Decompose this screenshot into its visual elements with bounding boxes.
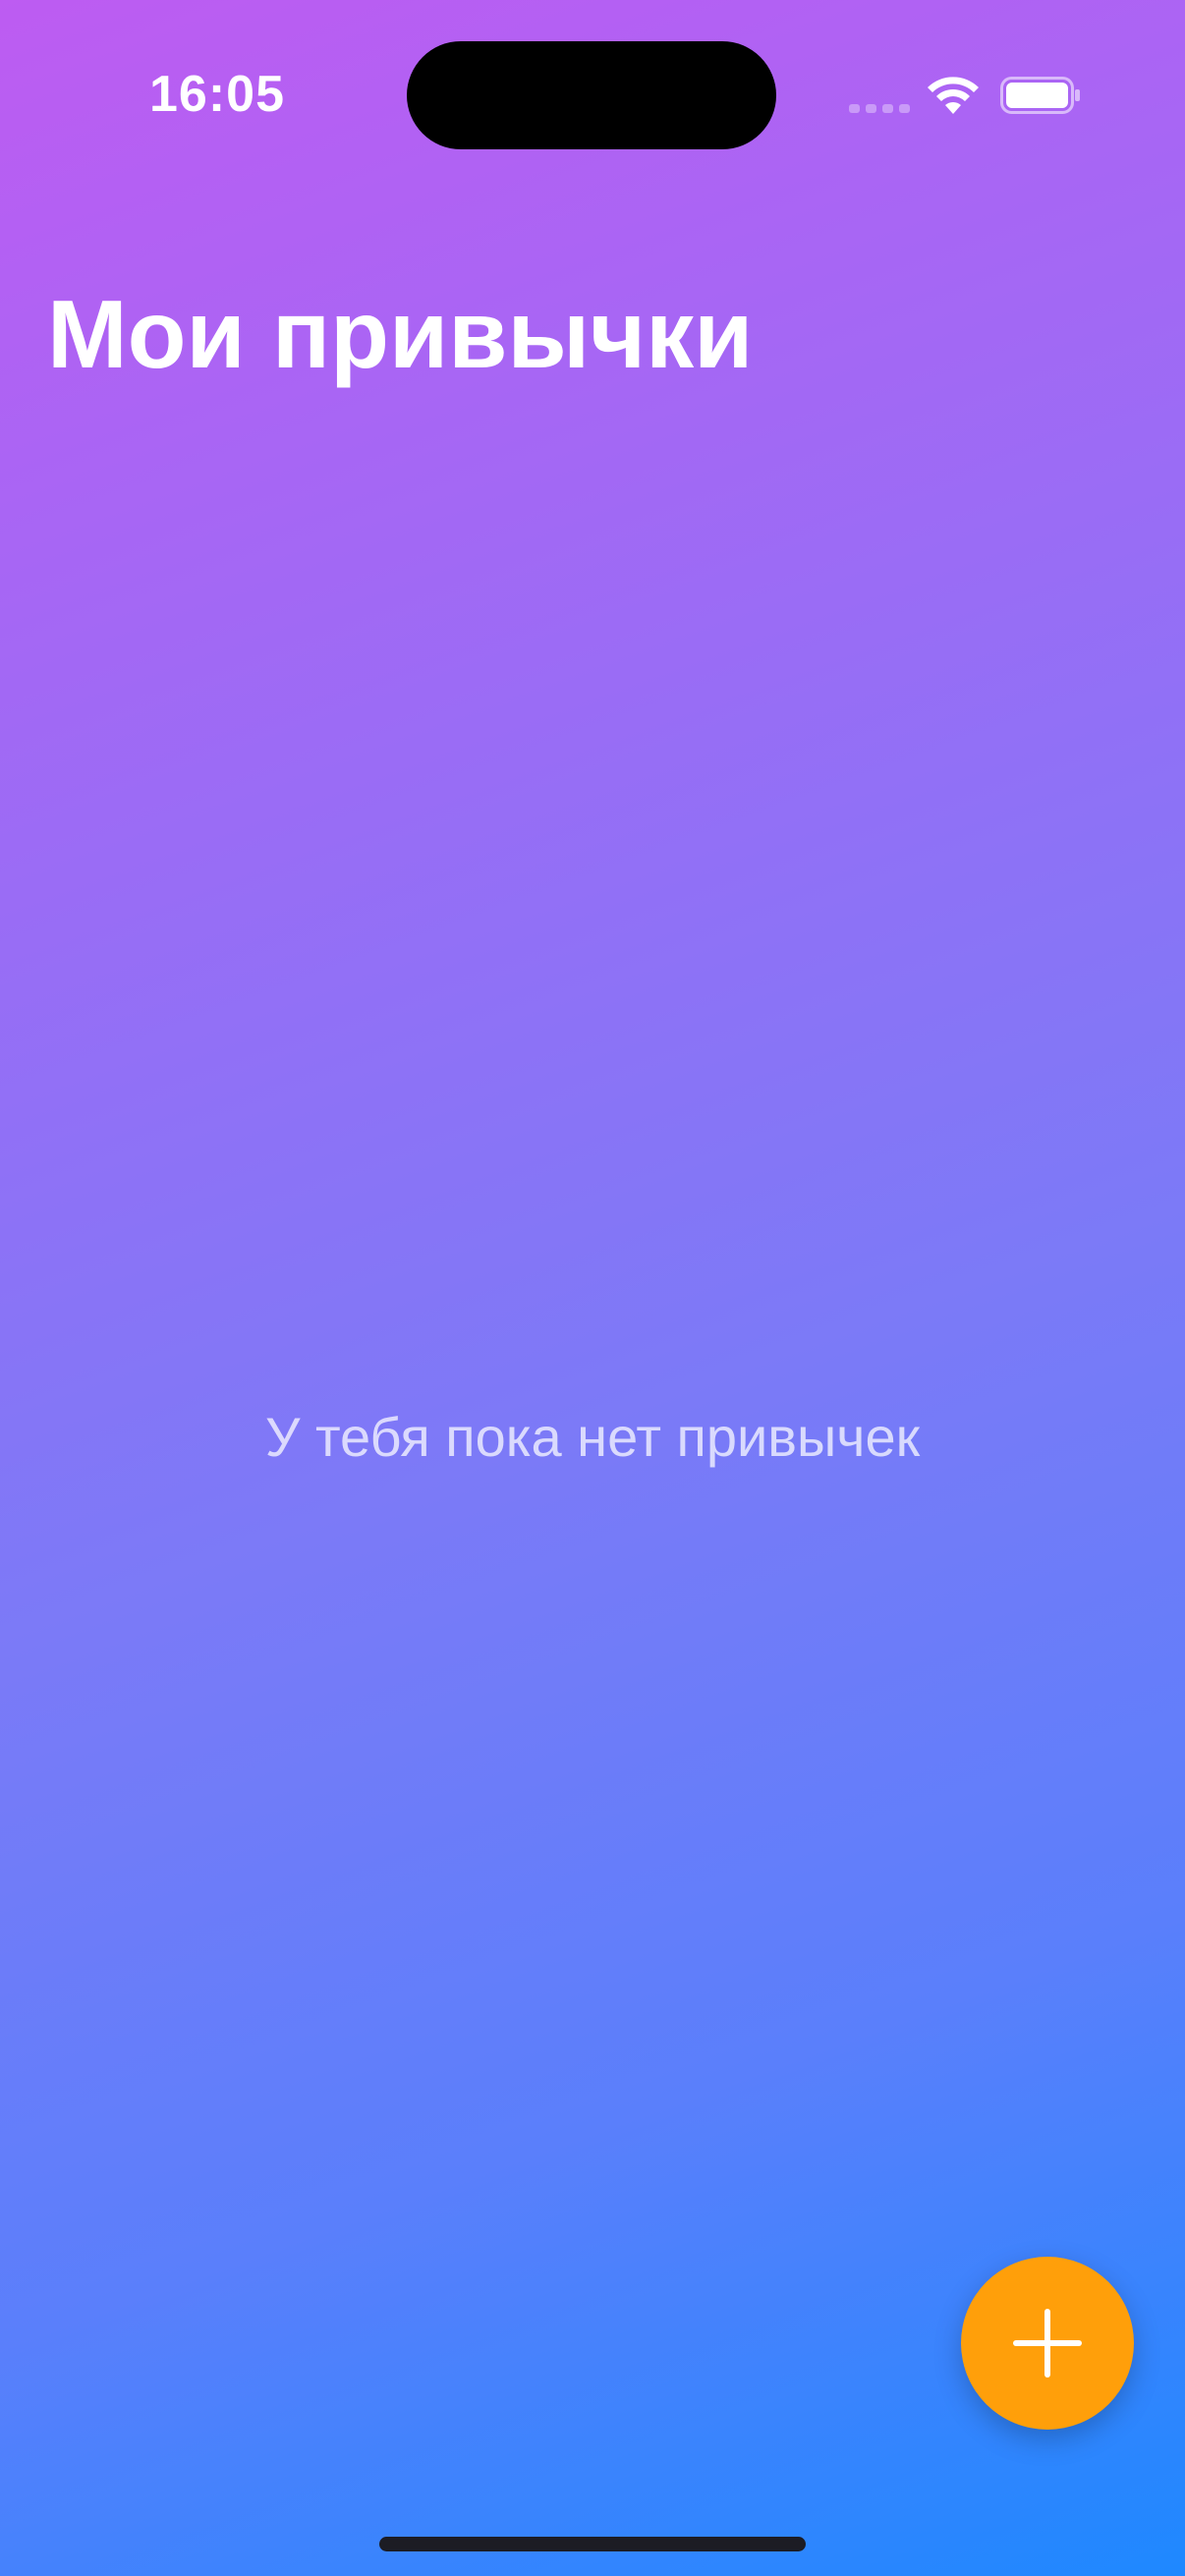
add-habit-button[interactable] (961, 2257, 1134, 2430)
dynamic-island (407, 41, 776, 149)
plus-icon (1013, 2309, 1082, 2378)
wifi-icon (928, 77, 979, 114)
status-bar: 16:05 (0, 0, 1185, 196)
page-title: Мои привычки (47, 280, 754, 388)
status-time: 16:05 (149, 66, 285, 123)
home-indicator[interactable] (379, 2537, 806, 2551)
cellular-signal-icon (849, 104, 910, 113)
empty-state-message: У тебя пока нет привычек (264, 1406, 921, 1468)
battery-icon (1000, 77, 1080, 114)
